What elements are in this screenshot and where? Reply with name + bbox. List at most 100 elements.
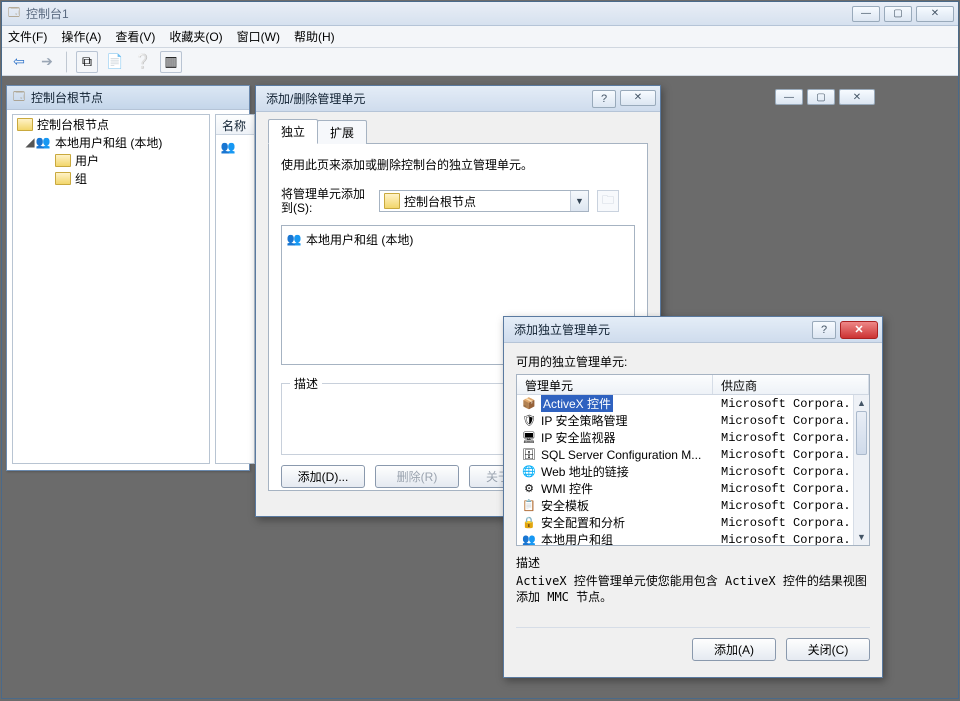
- snapin-name: ActiveX 控件: [541, 395, 613, 412]
- folder-icon: [17, 118, 33, 131]
- col-snapin[interactable]: 管理单元: [517, 375, 713, 394]
- tab-standalone[interactable]: 独立: [268, 119, 318, 144]
- snapin-icon: 🗄: [521, 447, 537, 463]
- minimize-button[interactable]: —: [852, 6, 880, 22]
- snapin-row[interactable]: 👥本地用户和组Microsoft Corpora...: [517, 531, 853, 545]
- dlg1-title: 添加/删除管理单元: [260, 90, 592, 107]
- snapin-row[interactable]: 🗄SQL Server Configuration M...Microsoft …: [517, 446, 853, 463]
- snapin-name: 安全配置和分析: [541, 514, 625, 531]
- add-button[interactable]: 添加(D)...: [281, 465, 365, 488]
- column-name[interactable]: 名称: [216, 115, 254, 135]
- snapin-row[interactable]: 📦ActiveX 控件Microsoft Corpora...: [517, 395, 853, 412]
- mdi-area: — ▢ ✕ 🗔 控制台根节点 控制台根节点 ◢ 👥 本地用户和组: [2, 77, 958, 698]
- dlg2-add-button[interactable]: 添加(A): [692, 638, 776, 661]
- menu-action[interactable]: 操作(A): [61, 28, 101, 45]
- addto-label: 将管理单元添加到(S):: [281, 187, 371, 215]
- main-titlebar[interactable]: 🗔 控制台1 — ▢ ✕: [2, 2, 958, 26]
- snapin-available-list[interactable]: 管理单元 供应商 📦ActiveX 控件Microsoft Corpora...…: [516, 374, 870, 546]
- list-item[interactable]: 👥: [216, 135, 254, 159]
- col-vendor[interactable]: 供应商: [713, 375, 869, 394]
- snapin-row[interactable]: ⚙WMI 控件Microsoft Corpora...: [517, 480, 853, 497]
- dlg2-titlebar[interactable]: 添加独立管理单元 ? ✕: [504, 317, 882, 343]
- dlg2-desc-text: ActiveX 控件管理单元使您能用包含 ActiveX 控件的结果视图添加 M…: [516, 573, 870, 621]
- list-pane[interactable]: 名称 👥: [215, 114, 255, 464]
- toolbar-sep: [66, 51, 68, 73]
- snapin-vendor: Microsoft Corpora...: [717, 482, 853, 496]
- dlg2-close-button[interactable]: ✕: [840, 321, 878, 339]
- snapin-icon: 🔒: [521, 515, 537, 531]
- close-button[interactable]: ✕: [916, 6, 954, 22]
- dlg1-help-button[interactable]: ?: [592, 90, 616, 108]
- tree-node-label: 本地用户和组 (本地): [55, 134, 162, 151]
- new-folder-button[interactable]: 🗀: [597, 190, 619, 212]
- help-button[interactable]: ❔: [132, 51, 154, 73]
- child-window-2: — ▢ ✕: [692, 85, 881, 113]
- menu-file[interactable]: 文件(F): [8, 28, 47, 45]
- addto-combo[interactable]: 控制台根节点 ▼: [379, 190, 589, 212]
- app-icon: 🗔: [6, 6, 22, 22]
- toolbar: ⇦ ➔ ⧉ 📄 ❔ ▥: [2, 48, 958, 76]
- properties-button[interactable]: 📄: [104, 51, 126, 73]
- snapin-name: IP 安全策略管理: [541, 412, 627, 429]
- snapin-row[interactable]: 🔒安全配置和分析 Microsoft Corpora...: [517, 514, 853, 531]
- menu-help[interactable]: 帮助(H): [294, 28, 335, 45]
- menu-view[interactable]: 查看(V): [115, 28, 155, 45]
- scrollbar[interactable]: ▲ ▼: [853, 395, 869, 545]
- child-window-root: 🗔 控制台根节点 控制台根节点 ◢ 👥 本地用户和组 (本地) 用户: [6, 85, 250, 471]
- tree-root[interactable]: 控制台根节点: [13, 115, 209, 133]
- chevron-down-icon[interactable]: ▼: [570, 191, 588, 211]
- scroll-up-icon[interactable]: ▲: [854, 395, 869, 411]
- dlg1-intro: 使用此页来添加或删除控制台的独立管理单元。: [281, 156, 635, 173]
- child1-title: 控制台根节点: [31, 89, 245, 106]
- menubar: 文件(F) 操作(A) 查看(V) 收藏夹(O) 窗口(W) 帮助(H): [2, 26, 958, 48]
- snapin-row[interactable]: 🛡IP 安全策略管理 Microsoft Corpora...: [517, 412, 853, 429]
- snapin-row[interactable]: 📋安全模板Microsoft Corpora...: [517, 497, 853, 514]
- tab-extensions[interactable]: 扩展: [317, 120, 367, 144]
- dlg1-tabs: 独立 扩展: [268, 122, 648, 144]
- snapin-vendor: Microsoft Corpora...: [717, 499, 853, 513]
- scroll-thumb[interactable]: [856, 411, 867, 455]
- back-button[interactable]: ⇦: [8, 51, 30, 73]
- tree-pane[interactable]: 控制台根节点 ◢ 👥 本地用户和组 (本地) 用户 组: [12, 114, 210, 464]
- snapin-row[interactable]: 🖥IP 安全监视器Microsoft Corpora...: [517, 429, 853, 446]
- dlg1-titlebar[interactable]: 添加/删除管理单元 ? ✕: [256, 86, 660, 112]
- tree-root-label: 控制台根节点: [37, 116, 109, 133]
- child2-close-button[interactable]: ✕: [839, 89, 875, 105]
- tree-leaf-groups[interactable]: 组: [13, 169, 209, 187]
- child2-maximize-button[interactable]: ▢: [807, 89, 835, 105]
- snapin-row[interactable]: 🌐Web 地址的链接Microsoft Corpora...: [517, 463, 853, 480]
- list-item[interactable]: 👥 本地用户和组 (本地): [286, 230, 630, 248]
- maximize-button[interactable]: ▢: [884, 6, 912, 22]
- tree-leaf-users[interactable]: 用户: [13, 151, 209, 169]
- tree-leaf-label: 用户: [75, 152, 99, 169]
- dlg2-close-button[interactable]: 关闭(C): [786, 638, 870, 661]
- tree-leaf-label: 组: [75, 170, 87, 187]
- add-standalone-snapin-dialog: 添加独立管理单元 ? ✕ 可用的独立管理单元: 管理单元 供应商 📦Active…: [503, 316, 883, 678]
- child1-titlebar[interactable]: 🗔 控制台根节点: [7, 86, 249, 110]
- tree-node-localusers[interactable]: ◢ 👥 本地用户和组 (本地): [13, 133, 209, 151]
- snapin-icon: 🌐: [521, 464, 537, 480]
- scroll-down-icon[interactable]: ▼: [854, 529, 869, 545]
- up-button[interactable]: ⧉: [76, 51, 98, 73]
- forward-button[interactable]: ➔: [36, 51, 58, 73]
- child2-minimize-button[interactable]: —: [775, 89, 803, 105]
- expander-icon[interactable]: ◢: [25, 135, 35, 149]
- remove-button[interactable]: 删除(R): [375, 465, 459, 488]
- menu-favorites[interactable]: 收藏夹(O): [169, 28, 222, 45]
- main-window: 🗔 控制台1 — ▢ ✕ 文件(F) 操作(A) 查看(V) 收藏夹(O) 窗口…: [1, 1, 959, 699]
- menu-window[interactable]: 窗口(W): [237, 28, 280, 45]
- dlg2-help-button[interactable]: ?: [812, 321, 836, 339]
- snapin-icon: 📦: [521, 396, 537, 412]
- snapin-icon: 👥: [521, 532, 537, 546]
- snapin-vendor: Microsoft Corpora...: [717, 414, 853, 428]
- snapin-vendor: Microsoft Corpora...: [717, 516, 853, 530]
- main-title: 控制台1: [26, 5, 852, 22]
- dlg2-title: 添加独立管理单元: [508, 321, 812, 338]
- snapin-icon: 🛡: [521, 413, 537, 429]
- snapin-name: IP 安全监视器: [541, 429, 615, 446]
- folder-icon: [55, 172, 71, 185]
- list-item-label: 本地用户和组 (本地): [306, 231, 413, 248]
- show-hide-button[interactable]: ▥: [160, 51, 182, 73]
- snapin-name: WMI 控件: [541, 480, 593, 497]
- dlg1-close-button[interactable]: ✕: [620, 90, 656, 106]
